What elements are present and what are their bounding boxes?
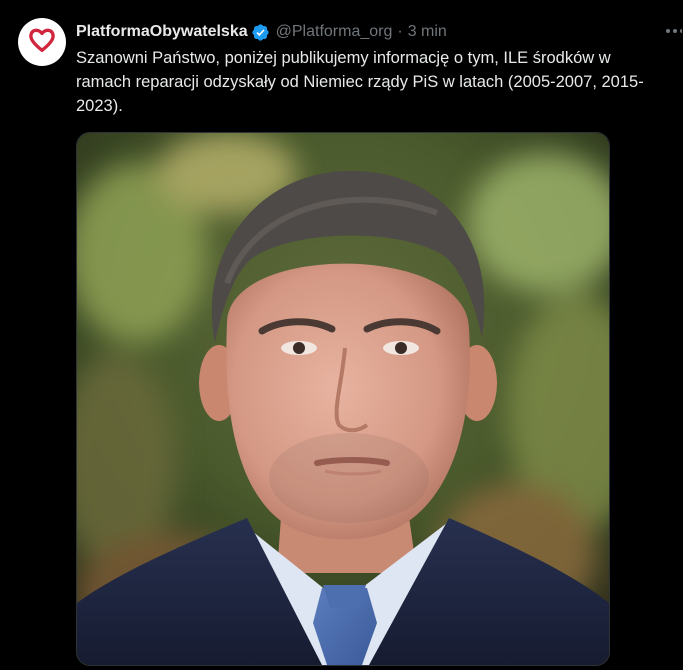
author-handle[interactable]: @Platforma_org [276, 23, 393, 41]
more-options-icon[interactable] [664, 24, 682, 36]
avatar[interactable] [18, 18, 66, 66]
heart-logo-icon [27, 25, 57, 60]
tweet-header: PlatformaObywatelska @Platforma_org · 3 … [76, 21, 447, 43]
portrait-photo [77, 133, 609, 665]
verified-badge-icon [251, 23, 270, 42]
timestamp[interactable]: 3 min [408, 23, 447, 41]
separator-dot: · [397, 23, 403, 40]
tweet-media-photo[interactable] [76, 132, 610, 666]
tweet-text: Szanowni Państwo, poniżej publikujemy in… [76, 49, 644, 115]
author-display-name[interactable]: PlatformaObywatelska [76, 23, 248, 41]
